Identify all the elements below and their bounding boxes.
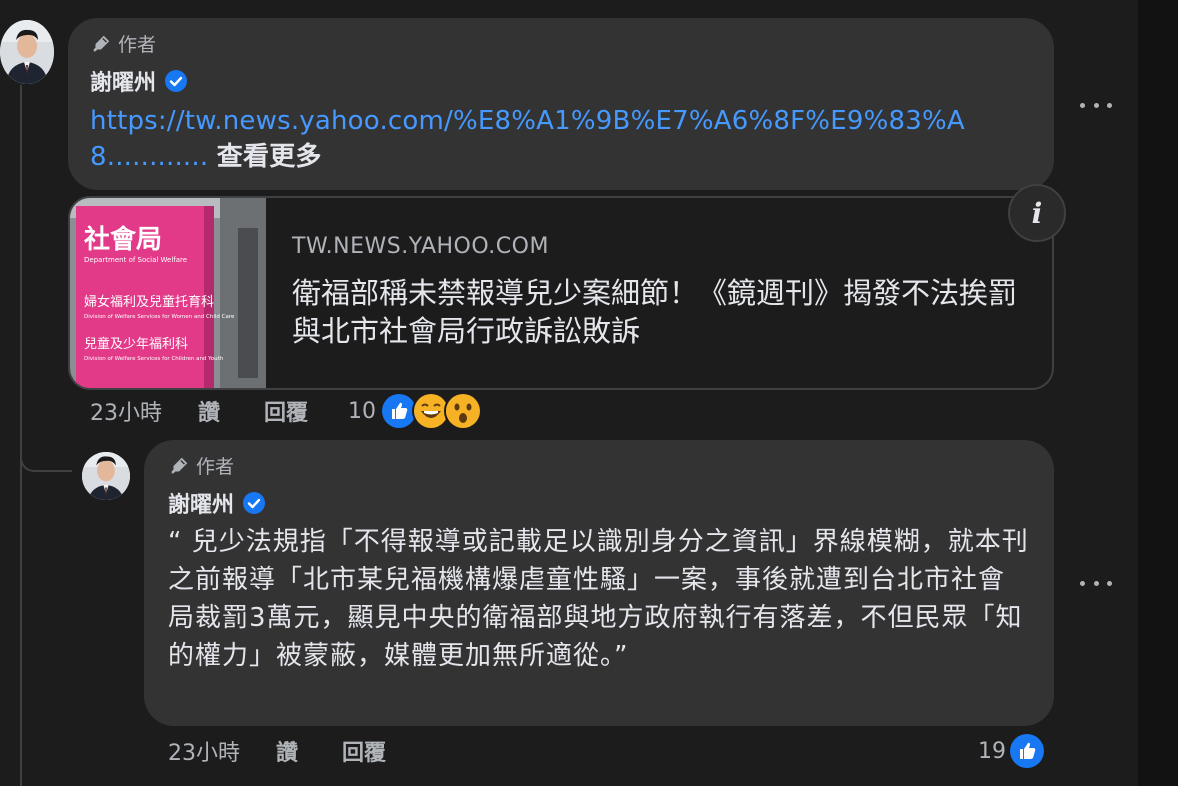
wow-emoji-icon xyxy=(444,392,483,430)
avatar[interactable] xyxy=(0,20,54,84)
reaction-count[interactable]: 10 xyxy=(348,399,376,424)
see-more-link[interactable]: 查看更多 xyxy=(217,142,322,172)
reaction-count: 19 xyxy=(978,738,1006,764)
more-options-icon[interactable] xyxy=(1080,578,1112,588)
comment-time[interactable]: 23小時 xyxy=(168,735,240,767)
microphone-icon xyxy=(171,457,188,473)
like-button[interactable]: 讚 xyxy=(276,735,298,767)
profile-photo xyxy=(82,452,130,500)
reply-button[interactable]: 回覆 xyxy=(342,735,386,767)
link-preview-card[interactable]: 社會局 Department of Social Welfare 婦女福利及兒童… xyxy=(68,196,1054,390)
author-name-row: 謝曜州 xyxy=(168,487,1030,519)
comment-body: https://tw.news.yahoo.com/%E8%A1%9B%E7%A… xyxy=(90,103,1032,175)
reply-bubble: 作者 謝曜州 “ 兒少法規指「不得報導或記載足以識別身分之資訊」界線模糊，就本刊… xyxy=(144,440,1054,726)
like-button[interactable]: 讚 xyxy=(198,395,220,427)
sign-main-text: 社會局 xyxy=(84,224,162,255)
sign-sub-text: Department of Social Welfare xyxy=(84,256,187,264)
sign-line2-en-text: Division of Welfare Services for Childre… xyxy=(84,356,224,362)
comment-actions: 23小時 讚 回覆 10 xyxy=(90,392,483,430)
more-options-icon[interactable] xyxy=(1080,100,1112,110)
profile-photo xyxy=(0,20,54,84)
link-domain: TW.NEWS.YAHOO.COM xyxy=(292,234,549,259)
reply-text: “ 兒少法規指「不得報導或記載足以識別身分之資訊」界線模糊，就本刊之前報導「北市… xyxy=(168,527,1029,671)
verified-badge-icon xyxy=(165,70,188,92)
info-button[interactable]: i xyxy=(1008,184,1066,242)
link-title[interactable]: 衛福部稱未禁報導兒少案細節！《鏡週刊》揭發不法挨罰 與北市社會局行政訴訟敗訴 xyxy=(292,274,1032,350)
microphone-icon xyxy=(93,35,110,51)
verified-badge-icon xyxy=(243,492,266,514)
scrollbar-track[interactable] xyxy=(1138,0,1178,786)
author-name[interactable]: 謝曜州 xyxy=(168,487,234,519)
author-badge: 作者 xyxy=(168,452,1030,479)
link-thumbnail: 社會局 Department of Social Welfare 婦女福利及兒童… xyxy=(70,198,266,388)
author-badge: 作者 xyxy=(90,30,1032,57)
reply-button[interactable]: 回覆 xyxy=(264,395,308,427)
sign-line1-text: 婦女福利及兒童托育科 xyxy=(84,294,214,310)
author-badge-label: 作者 xyxy=(118,34,157,56)
thread-line xyxy=(20,85,22,786)
like-icon xyxy=(1008,732,1046,770)
comment-time[interactable]: 23小時 xyxy=(90,395,162,427)
sign-line1-en-text: Division of Welfare Services for Women a… xyxy=(84,314,235,320)
info-icon: i xyxy=(1031,196,1043,230)
avatar[interactable] xyxy=(82,452,130,500)
sign-line2-text: 兒童及少年福利科 xyxy=(84,336,188,352)
comment-bubble: 作者 謝曜州 https://tw.news.yahoo.com/%E8%A1%… xyxy=(68,18,1054,190)
reply-reactions[interactable]: 19 xyxy=(978,732,1046,770)
reply-actions: 23小時 讚 回覆 xyxy=(168,734,386,768)
author-name[interactable]: 謝曜州 xyxy=(90,65,156,97)
reaction-icons[interactable] xyxy=(380,392,483,430)
author-badge-label: 作者 xyxy=(196,456,235,478)
comment-thread: 作者 謝曜州 https://tw.news.yahoo.com/%E8%A1%… xyxy=(0,0,1178,786)
reply-connector xyxy=(20,440,72,472)
author-name-row: 謝曜州 xyxy=(90,65,1032,97)
